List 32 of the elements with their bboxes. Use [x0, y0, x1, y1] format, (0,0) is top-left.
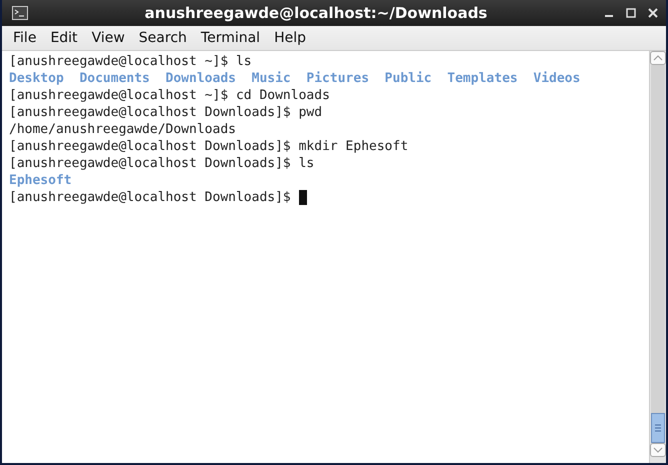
scrollbar[interactable] [649, 51, 666, 463]
directory-name: Downloads [166, 70, 236, 87]
window-title: anushreegawde@localhost:~/Downloads [144, 4, 488, 22]
menu-item[interactable]: Help [267, 30, 313, 46]
directory-name: Ephesoft [9, 172, 72, 189]
cursor [298, 190, 307, 205]
menu-item[interactable]: Edit [43, 30, 85, 46]
directory-name: Pictures [306, 70, 370, 87]
terminal-prompt: [anushreegawde@localhost Downloads]$ [9, 189, 292, 206]
directory-name: Templates [447, 70, 518, 87]
terminal-line: /home/anushreegawde/Downloads [9, 121, 237, 138]
directory-name: Videos [533, 70, 580, 87]
terminal-line: [anushreegawde@localhost Downloads]$ mkdir Ephesoft [9, 138, 410, 155]
directory-name: Documents [79, 70, 150, 87]
close-icon[interactable] [648, 8, 658, 18]
directory-name: Desktop [9, 70, 64, 87]
scroll-up-icon[interactable] [650, 51, 666, 65]
scroll-down-icon[interactable] [650, 443, 666, 457]
terminal-line: [anushreegawde@localhost Downloads]$ ls [9, 155, 316, 172]
scroll-thumb[interactable] [651, 413, 665, 443]
directory-name: Music [252, 70, 291, 87]
menu-item[interactable]: View [84, 30, 132, 46]
menu-item[interactable]: File [6, 30, 44, 46]
maximize-icon[interactable] [626, 8, 636, 18]
terminal-line: [anushreegawde@localhost ~]$ cd Downloads [9, 87, 331, 104]
directory-name: Public [384, 70, 432, 87]
menu-item[interactable]: Terminal [194, 30, 268, 46]
grip-icon [654, 423, 662, 433]
menu-item[interactable]: Search [132, 30, 194, 46]
terminal-line: [anushreegawde@localhost ~]$ ls [9, 53, 253, 70]
terminal-line: [anushreegawde@localhost Downloads]$ pwd [9, 104, 324, 121]
terminal-icon [12, 6, 28, 20]
